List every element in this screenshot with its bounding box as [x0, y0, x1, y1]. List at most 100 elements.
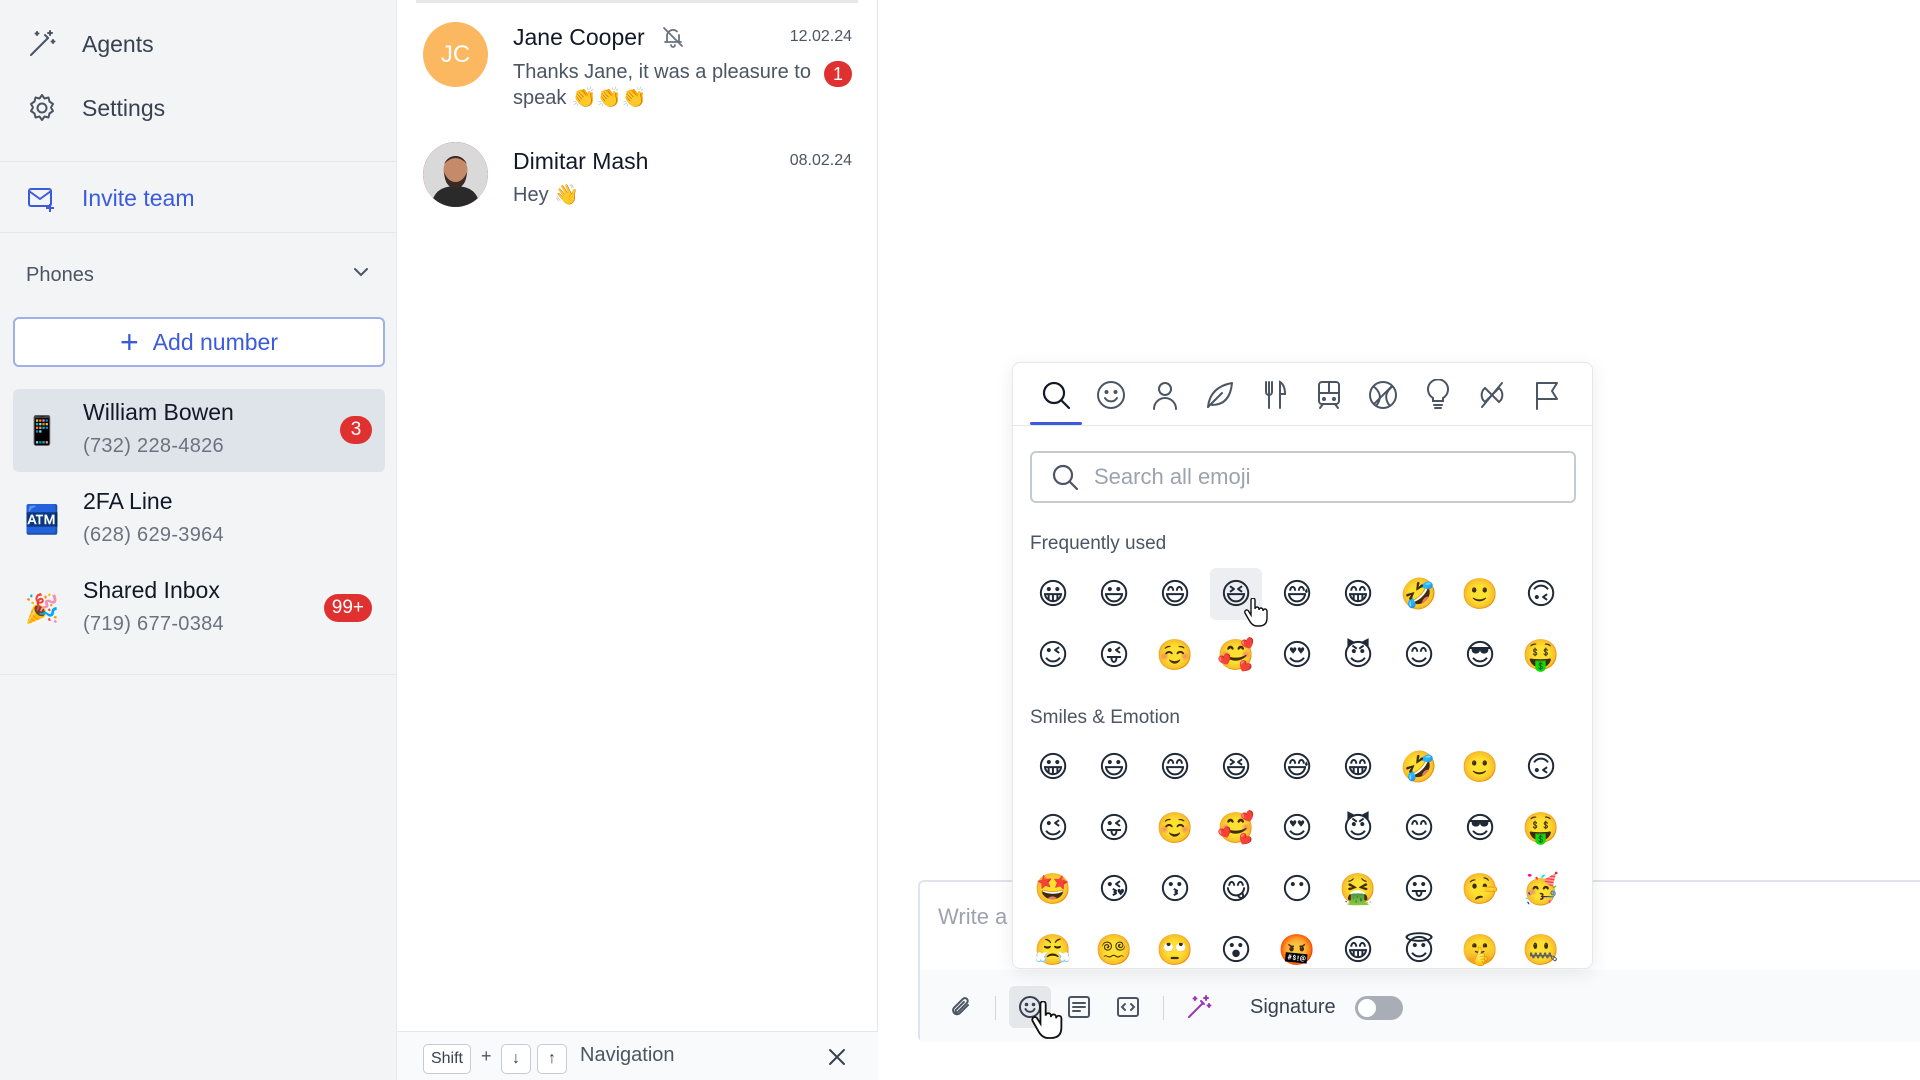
phones-section-header[interactable]: Phones [26, 260, 371, 290]
emoji-item[interactable]: 🙂 [1454, 568, 1506, 620]
emoji-item[interactable]: 😶 [1271, 863, 1323, 915]
emoji-item[interactable]: 😮 [1210, 924, 1262, 968]
composer-placeholder: Write a [938, 904, 1008, 929]
emoji-item[interactable]: 😃 [1088, 568, 1140, 620]
emoji-item[interactable]: 🤬 [1271, 924, 1323, 968]
ball-icon[interactable] [1361, 373, 1405, 417]
emoji-item[interactable]: 😁 [1332, 568, 1384, 620]
emoji-item[interactable]: 🤐 [1515, 924, 1567, 968]
emoji-item[interactable]: 😄 [1149, 741, 1201, 793]
emoji-item[interactable]: 😵‍💫 [1088, 924, 1140, 968]
emoji-item[interactable]: 😁 [1332, 741, 1384, 793]
conversation-preview: Thanks Jane, it was a pleasure to speak … [513, 61, 811, 109]
conversation-name: Jane Cooper [513, 24, 645, 50]
emoji-item[interactable]: 🤑 [1515, 629, 1567, 681]
signature-toggle[interactable] [1355, 996, 1403, 1020]
emoji-search-input[interactable] [1094, 464, 1554, 490]
nav-settings[interactable]: Settings [26, 88, 165, 128]
emoji-item[interactable]: 🥰 [1210, 802, 1262, 854]
emoji-item[interactable]: 😅 [1271, 568, 1323, 620]
emoji-item[interactable]: 😀 [1027, 741, 1079, 793]
emoji-item[interactable]: 😄 [1149, 568, 1201, 620]
ai-magic-icon[interactable] [1178, 986, 1220, 1028]
add-number-label: Add number [152, 328, 278, 355]
emoji-item[interactable]: 🤫 [1454, 924, 1506, 968]
emoji-item[interactable]: 😍 [1271, 802, 1323, 854]
emoji-item[interactable]: 😉 [1027, 802, 1079, 854]
emoji-item[interactable]: 🤮 [1332, 863, 1384, 915]
composer-toolbar: Signature [920, 970, 1920, 1042]
nav-agents[interactable]: Agents [26, 24, 154, 64]
mail-icon [26, 182, 58, 214]
paperclip-icon[interactable] [940, 986, 982, 1028]
signature-label: Signature [1250, 996, 1336, 1018]
emoji-item[interactable]: 🤥 [1454, 863, 1506, 915]
phone-item-william-bowen[interactable]: 📱 William Bowen (732) 228-4826 3 [13, 389, 385, 472]
emoji-item[interactable]: 🤑 [1515, 802, 1567, 854]
emoji-item[interactable]: 🙄 [1149, 924, 1201, 968]
emoji-item[interactable]: 😊 [1393, 629, 1445, 681]
arrow-up-key: ↑ [537, 1044, 567, 1074]
emoji-button[interactable] [1009, 986, 1051, 1028]
emoji-item[interactable]: 😈 [1332, 802, 1384, 854]
lightbulb-icon[interactable] [1416, 373, 1460, 417]
emoji-item[interactable]: 😃 [1088, 741, 1140, 793]
train-icon[interactable] [1307, 373, 1351, 417]
emoji-item[interactable]: 😘 [1088, 863, 1140, 915]
emoji-item[interactable]: 😜 [1088, 629, 1140, 681]
emoji-item[interactable]: 😤 [1027, 924, 1079, 968]
phone-item-shared-inbox[interactable]: 🎉 Shared Inbox (719) 677-0384 99+ [13, 567, 385, 650]
emoji-item[interactable]: ☺️ [1149, 802, 1201, 854]
conversation-item-jane-cooper[interactable]: JC Jane Cooper 12.02.24 Thanks Jane, it … [397, 16, 878, 126]
phone-item-2fa-line[interactable]: 🏧 2FA Line (628) 629-3964 [13, 478, 385, 561]
emoji-item[interactable]: 😀 [1027, 568, 1079, 620]
emoji-item[interactable]: 😛 [1393, 863, 1445, 915]
emoji-item[interactable]: 🥳 [1515, 863, 1567, 915]
unread-badge: 99+ [323, 594, 372, 622]
emoji-item[interactable]: 😊 [1393, 802, 1445, 854]
emoji-item[interactable]: 😎 [1454, 802, 1506, 854]
emoji-item[interactable]: 😆 [1210, 568, 1262, 620]
close-icon[interactable] [822, 1042, 852, 1072]
emoji-item[interactable]: 😍 [1271, 629, 1323, 681]
emoji-item[interactable]: 😜 [1088, 802, 1140, 854]
flag-icon[interactable] [1525, 373, 1569, 417]
emoji-item[interactable]: 🥰 [1210, 629, 1262, 681]
search-icon[interactable] [1034, 373, 1078, 417]
hint-label: Navigation [580, 1044, 675, 1066]
emoji-item[interactable]: 😉 [1027, 629, 1079, 681]
conversation-item-dimitar-mash[interactable]: Dimitar Mash 08.02.24 Hey 👋 [397, 138, 878, 218]
emoji-item[interactable]: 🤩 [1027, 863, 1079, 915]
emoji-search-box[interactable] [1030, 451, 1576, 503]
smiley-icon[interactable] [1089, 373, 1133, 417]
emoji-item[interactable]: ☺️ [1149, 629, 1201, 681]
code-snippet-icon[interactable] [1107, 986, 1149, 1028]
emoji-item[interactable]: 😋 [1210, 863, 1262, 915]
emoji-item[interactable]: 🤣 [1393, 568, 1445, 620]
emoji-item[interactable]: 😆 [1210, 741, 1262, 793]
emoji-item[interactable]: 😗 [1149, 863, 1201, 915]
active-tab-indicator [1030, 422, 1082, 425]
emoji-item[interactable]: 🙃 [1515, 741, 1567, 793]
utensils-icon[interactable] [1252, 373, 1296, 417]
conversation-date: 08.02.24 [789, 152, 852, 169]
symbols-icon[interactable] [1470, 373, 1514, 417]
add-number-button[interactable]: + Add number [13, 317, 385, 367]
smiley-icon [1019, 996, 1041, 1018]
template-icon[interactable] [1058, 986, 1100, 1028]
emoji-item[interactable]: 😁 [1332, 924, 1384, 968]
chevron-down-icon[interactable] [351, 262, 371, 288]
emoji-item[interactable]: 🙃 [1515, 568, 1567, 620]
nav-invite-team[interactable]: Invite team [26, 178, 195, 218]
emoji-item[interactable]: 🤣 [1393, 741, 1445, 793]
emoji-item[interactable]: 🙂 [1454, 741, 1506, 793]
arrow-down-key: ↓ [501, 1044, 531, 1074]
emoji-item[interactable]: 😈 [1332, 629, 1384, 681]
leaf-icon[interactable] [1198, 373, 1242, 417]
unread-badge: 1 [824, 61, 852, 87]
unread-badge: 3 [340, 416, 372, 444]
emoji-item[interactable]: 😅 [1271, 741, 1323, 793]
emoji-item[interactable]: 😇 [1393, 924, 1445, 968]
person-icon[interactable] [1143, 373, 1187, 417]
emoji-item[interactable]: 😎 [1454, 629, 1506, 681]
